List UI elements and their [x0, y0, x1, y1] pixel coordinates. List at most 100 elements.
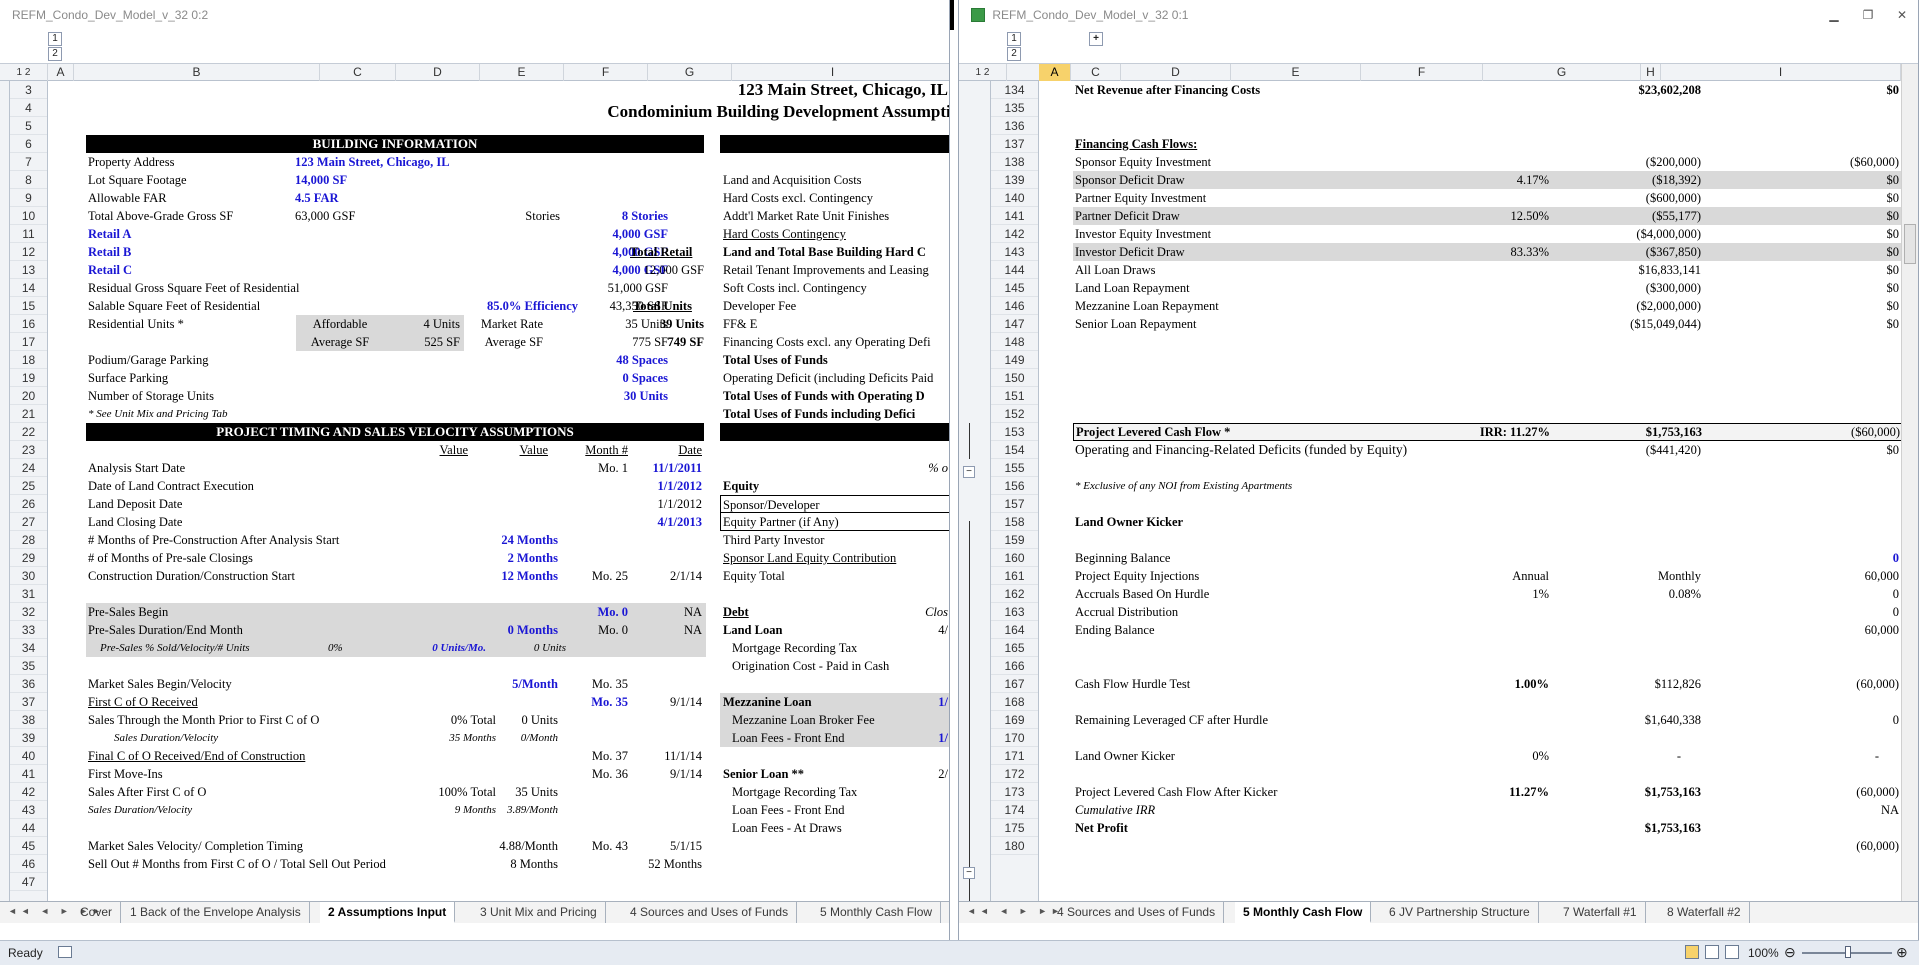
input-far[interactable]: 4.5 FAR	[295, 189, 339, 207]
row-header[interactable]: 144	[991, 261, 1038, 279]
row-header[interactable]: 22	[10, 423, 47, 441]
row-header[interactable]: 33	[10, 621, 47, 639]
input-presale-closings[interactable]: 2 Months	[438, 549, 558, 567]
row-header[interactable]: 7	[10, 153, 47, 171]
macro-record-icon[interactable]	[58, 946, 72, 958]
col-header-d[interactable]: D	[1121, 64, 1231, 81]
row-header[interactable]: 39	[10, 729, 47, 747]
col-header-i[interactable]: I	[1661, 64, 1901, 81]
row-header[interactable]: 16	[10, 315, 47, 333]
row-header[interactable]: 6	[10, 135, 47, 153]
outline-level-2-button[interactable]: 2	[48, 47, 62, 61]
sheet-tab[interactable]: Cover	[72, 902, 122, 923]
sheet-tab[interactable]: 1 Back of the Envelope Analysis	[122, 902, 310, 923]
input-land-closing-date[interactable]: 4/1/2013	[628, 513, 702, 531]
row-header[interactable]: 41	[10, 765, 47, 783]
row-header[interactable]: 9	[10, 189, 47, 207]
sheet-tab[interactable]: 6 JV Partnership Structure	[1381, 902, 1539, 923]
row-header[interactable]: 24	[10, 459, 47, 477]
vertical-scrollbar[interactable]	[1901, 64, 1918, 901]
row-header[interactable]: 46	[10, 855, 47, 873]
row-header[interactable]: 23	[10, 441, 47, 459]
row-header[interactable]: 159	[991, 531, 1038, 549]
row-header[interactable]: 35	[10, 657, 47, 675]
row-header[interactable]: 170	[991, 729, 1038, 747]
row-header[interactable]: 10	[10, 207, 47, 225]
input-surface-parking[interactable]: 0 Spaces	[548, 369, 669, 387]
row-header[interactable]: 21	[10, 405, 47, 423]
sheet-tab[interactable]: 2 Assumptions Input	[320, 902, 456, 923]
row-header[interactable]: 152	[991, 405, 1038, 423]
col-header-i[interactable]: I	[716, 64, 949, 81]
col-header-b[interactable]: B	[74, 64, 320, 81]
input-presales-duration[interactable]: 0 Months	[438, 621, 558, 639]
row-header[interactable]: 168	[991, 693, 1038, 711]
row-header[interactable]: 139	[991, 171, 1038, 189]
row-header[interactable]: 146	[991, 297, 1038, 315]
row-header[interactable]: 141	[991, 207, 1038, 225]
row-header[interactable]: 43	[10, 801, 47, 819]
row-header[interactable]: 30	[10, 567, 47, 585]
outline-level-1-button[interactable]: 1	[1007, 32, 1021, 46]
row-header[interactable]: 142	[991, 225, 1038, 243]
row-header[interactable]: 161	[991, 567, 1038, 585]
row-header[interactable]: 26	[10, 495, 47, 513]
row-header[interactable]: 19	[10, 369, 47, 387]
zoom-level[interactable]: 100%	[1748, 946, 1779, 960]
row-header[interactable]: 8	[10, 171, 47, 189]
sheet-tab[interactable]: 4 Sources and Uses of Funds	[1049, 902, 1225, 923]
row-header[interactable]: 140	[991, 189, 1038, 207]
row-header[interactable]: 156	[991, 477, 1038, 495]
row-header[interactable]: 162	[991, 585, 1038, 603]
row-header[interactable]: 47	[10, 873, 47, 891]
row-header[interactable]: 151	[991, 387, 1038, 405]
row-header[interactable]: 18	[10, 351, 47, 369]
row-header[interactable]: 36	[10, 675, 47, 693]
row-header[interactable]: 4	[10, 99, 47, 117]
row-header[interactable]: 153	[991, 423, 1038, 441]
row-header[interactable]: 165	[991, 639, 1038, 657]
col-header-a[interactable]: A	[48, 64, 74, 81]
row-header[interactable]: 169	[991, 711, 1038, 729]
row-header[interactable]: 160	[991, 549, 1038, 567]
input-stories[interactable]: 8 Stories	[548, 207, 668, 225]
input-lot-sf[interactable]: 14,000 SF	[295, 171, 347, 189]
row-header[interactable]: 173	[991, 783, 1038, 801]
row-header[interactable]: 40	[10, 747, 47, 765]
row-header[interactable]: 136	[991, 117, 1038, 135]
col-header-f[interactable]: F	[1361, 64, 1483, 81]
input-storage-units[interactable]: 30 Units	[548, 387, 668, 405]
col-header-f[interactable]: F	[564, 64, 648, 81]
input-preconstruction-months[interactable]: 24 Months	[438, 531, 558, 549]
col-header-a[interactable]: A	[1039, 64, 1071, 81]
row-outline-levels[interactable]: 1 2	[0, 64, 48, 81]
row-header[interactable]: 135	[991, 99, 1038, 117]
row-header[interactable]: 12	[10, 243, 47, 261]
input-retail-a[interactable]: 4,000 GSF	[548, 225, 668, 243]
col-header-e[interactable]: E	[480, 64, 564, 81]
sheet-tab[interactable]: 5 Monthly Cash Flow	[812, 902, 942, 923]
row-header[interactable]: 157	[991, 495, 1038, 513]
row-header[interactable]: 34	[10, 639, 47, 657]
sheet-tab[interactable]: 3 Unit Mix and Pricing	[472, 902, 606, 923]
zoom-slider-thumb[interactable]	[1845, 946, 1851, 958]
row-header[interactable]: 147	[991, 315, 1038, 333]
sheet-tab[interactable]: 7 Waterfall #1	[1555, 902, 1646, 923]
row-header[interactable]: 29	[10, 549, 47, 567]
row-header[interactable]: 44	[10, 819, 47, 837]
row-header[interactable]: 175	[991, 819, 1038, 837]
col-header-d[interactable]: D	[396, 64, 480, 81]
row-outline-levels[interactable]: 1 2	[959, 64, 1007, 81]
row-header[interactable]: 172	[991, 765, 1038, 783]
row-header[interactable]: 5	[10, 117, 47, 135]
restore-icon[interactable]: ❐	[1860, 0, 1876, 30]
collapse-group-minus-icon[interactable]: −	[963, 867, 975, 879]
row-header[interactable]: 27	[10, 513, 47, 531]
input-presales-begin[interactable]: Mo. 0	[548, 603, 628, 621]
row-header[interactable]: 15	[10, 297, 47, 315]
zoom-out-icon[interactable]: ⊖	[1784, 944, 1796, 961]
input-land-contract-date[interactable]: 1/1/2012	[628, 477, 702, 495]
row-header[interactable]: 20	[10, 387, 47, 405]
row-header[interactable]: 37	[10, 693, 47, 711]
row-header[interactable]: 28	[10, 531, 47, 549]
